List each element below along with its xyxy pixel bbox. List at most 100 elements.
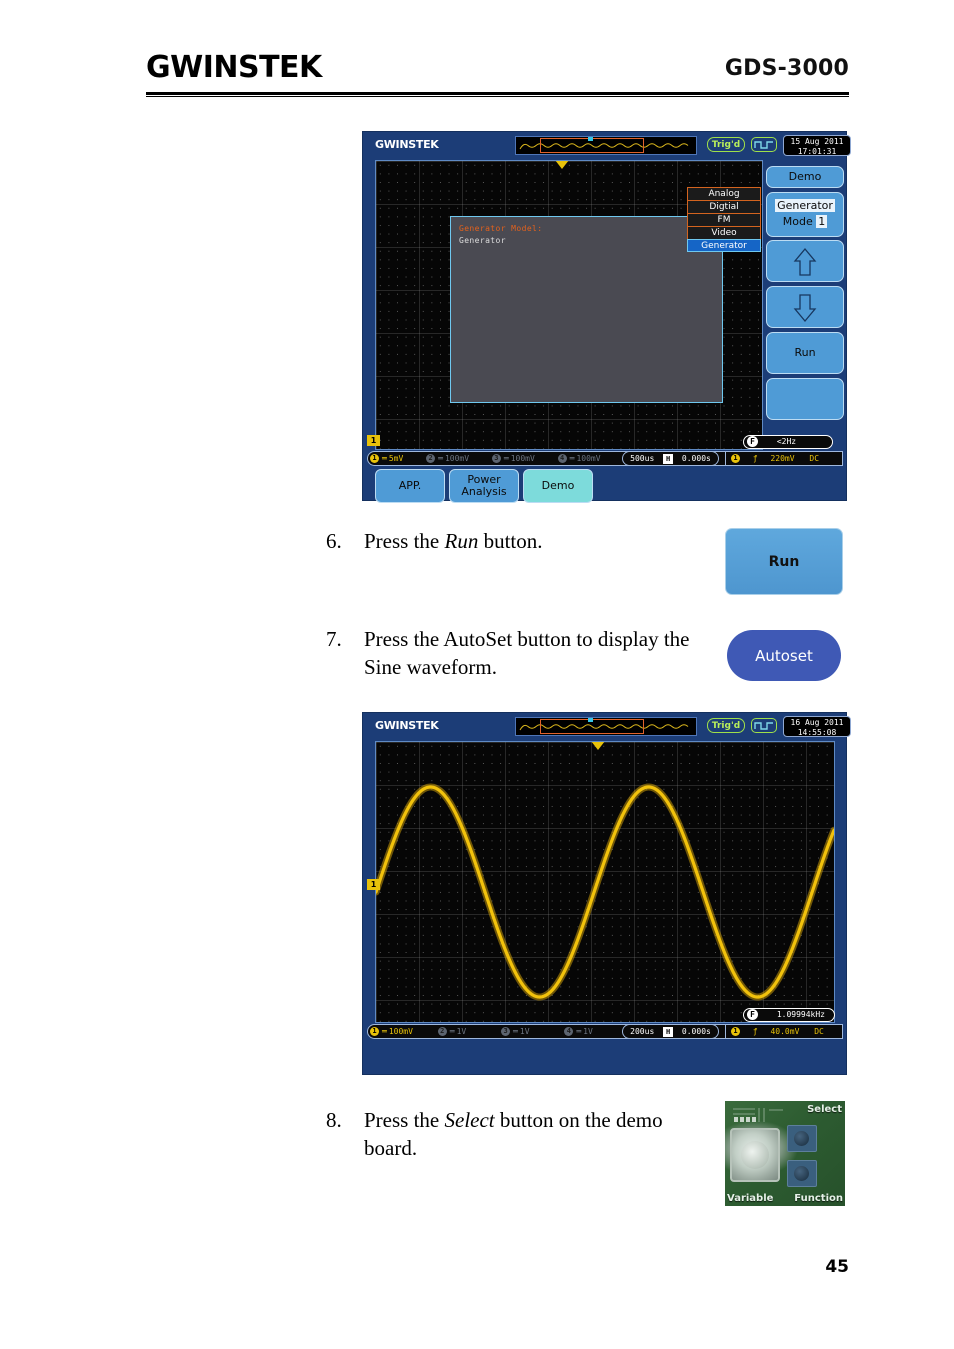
arrow-up-icon: [793, 247, 817, 276]
softkey-arrow-up[interactable]: [766, 240, 844, 282]
s2-channel-4-scale: 1V: [583, 1027, 593, 1036]
scope2-ch1-position-marker: 1: [367, 879, 380, 890]
channel-2-number: 2: [426, 454, 436, 463]
channel-3-number: 3: [491, 454, 501, 463]
step-8-emphasis: Select: [444, 1108, 495, 1132]
scope1-ch1-position-marker: 1: [367, 435, 380, 446]
scope1-frequency-value: <2Hz: [776, 437, 797, 446]
scope2-trigger-slope: ƒ: [752, 1027, 758, 1036]
scope2-channel-2[interactable]: 2 ═ 1V: [436, 1025, 468, 1038]
overview-trigger-marker: [588, 137, 593, 141]
channel-1-scale: 5mV: [388, 454, 404, 463]
scope2-channel-1[interactable]: 1 ═ 100mV: [368, 1025, 415, 1038]
scope2-frequency-value: 1.09994kHz: [776, 1010, 825, 1019]
scope1-channel-3[interactable]: 3 ═ 100mV: [490, 452, 537, 465]
scope2-trigger-coupling: DC: [814, 1027, 824, 1036]
softkey-run[interactable]: Run: [766, 332, 844, 374]
scope2-logo: GWINSTEK: [375, 719, 439, 732]
scope2-channel-3[interactable]: 3 ═ 1V: [499, 1025, 531, 1038]
frequency-icon-2: F: [747, 1009, 758, 1020]
autoset-button-illustration[interactable]: Autoset: [727, 630, 841, 681]
arrow-down-icon: [793, 294, 817, 323]
popup-item-fm[interactable]: FM: [687, 213, 761, 226]
bottom-key-demo[interactable]: Demo: [523, 469, 593, 503]
scope1-channel-1[interactable]: 1 ═ 5mV: [368, 452, 405, 465]
popup-item-digtial[interactable]: Digtial: [687, 200, 761, 213]
channel-4-number: 4: [557, 454, 567, 463]
step-7-text: Press the AutoSet button to display the …: [364, 625, 724, 681]
step-6-emphasis: Run: [444, 529, 479, 553]
dialog-value: Generator: [459, 236, 506, 245]
dialog-title: Generator Model:: [459, 224, 543, 233]
channel-1-coupling: ═: [382, 454, 387, 463]
scope1-trigger-position-arrow: [555, 161, 569, 169]
scope2-trigger-slope-icon: [751, 718, 777, 733]
scope1-hpos-value: 0.000s: [681, 454, 711, 463]
channel-4-scale: 100mV: [576, 454, 601, 463]
scope2-trigger-status: Trig'd: [707, 718, 745, 733]
scope2-trigger-bar: 1 ƒ 40.0mV DC: [725, 1024, 843, 1039]
bottom-key-power-analysis-line2: Analysis: [461, 485, 507, 498]
scope2-trigger-source: 1: [731, 1027, 740, 1036]
s2-channel-4-coupling: ═: [576, 1027, 582, 1036]
horizontal-position-icon: H: [663, 453, 674, 464]
scope2-time: 14:55:08: [797, 728, 837, 737]
popup-item-video[interactable]: Video: [687, 226, 761, 239]
function-button[interactable]: [787, 1160, 817, 1187]
bottom-key-app[interactable]: APP.: [375, 469, 445, 503]
softkey-mode-value: 1: [816, 215, 828, 228]
step-8-text-before: Press the: [364, 1108, 445, 1132]
channel-2-coupling: ═: [438, 454, 443, 463]
s2-channel-1-coupling: ═: [382, 1027, 387, 1036]
scope1-frequency-readout: F <2Hz: [743, 435, 833, 449]
softkey-blank[interactable]: [766, 378, 844, 420]
scope2-grid: [375, 741, 835, 1023]
scope1-channel-2[interactable]: 2 ═ 100mV: [424, 452, 471, 465]
softkey-generator-mode-label: Generator: [775, 199, 835, 212]
step-6-number: 6.: [326, 529, 342, 553]
generator-type-popup-menu[interactable]: Analog Digtial FM Video Generator: [687, 187, 761, 252]
scope1-timebase-value: 500us: [630, 454, 655, 463]
popup-item-analog[interactable]: Analog: [687, 187, 761, 200]
brand-logo: GWINSTEK: [146, 50, 322, 85]
step-6-text: Press the Run button.: [364, 527, 543, 555]
scope1-softkey-column: Demo Generator Mode 1 Run: [766, 160, 844, 450]
generator-model-dialog: Generator Model: Generator: [450, 216, 723, 403]
step-6-text-before: Press the: [364, 529, 445, 553]
step-8-text: Press the Select button on the demo boar…: [364, 1106, 734, 1162]
select-label: Select: [807, 1104, 842, 1115]
softkey-demo[interactable]: Demo: [766, 166, 844, 188]
scope2-datetime: 16 Aug 2011 14:55:08: [783, 716, 851, 737]
frequency-icon: F: [747, 436, 758, 447]
horizontal-position-icon-2: H: [663, 1026, 674, 1037]
oscilloscope-screenshot-sine-waveform: GWINSTEK Trig'd 16 Aug 2011 14:55:08 1 F…: [362, 712, 851, 1075]
scope2-hpos-value: 0.000s: [681, 1027, 711, 1036]
demo-board-photo: Select Variable Function: [725, 1101, 845, 1206]
popup-item-generator[interactable]: Generator: [687, 239, 761, 252]
scope1-datetime: 15 Aug 2011 17:01:31: [783, 135, 851, 156]
s2-channel-1-number: 1: [370, 1027, 379, 1036]
s2-channel-2-number: 2: [437, 1027, 447, 1036]
scope1-trigger-source: 1: [731, 454, 740, 463]
scope2-timebase-bar: 200us H 0.000s: [622, 1024, 719, 1039]
scope2-topbar: GWINSTEK Trig'd 16 Aug 2011 14:55:08: [363, 713, 851, 741]
scope1-time: 17:01:31: [797, 147, 837, 156]
scope1-trigger-bar: 1 ƒ 220mV DC: [725, 451, 843, 466]
step-8-number: 8.: [326, 1108, 342, 1132]
softkey-arrow-down[interactable]: [766, 286, 844, 328]
scope1-channel-4[interactable]: 4 ═ 100mV: [556, 452, 603, 465]
channel-3-scale: 100mV: [510, 454, 535, 463]
s2-channel-1-scale: 100mV: [388, 1027, 413, 1036]
scope2-channel-4[interactable]: 4 ═ 1V: [562, 1025, 594, 1038]
s2-channel-3-coupling: ═: [513, 1027, 518, 1036]
variable-knob[interactable]: [730, 1128, 780, 1182]
select-button[interactable]: [787, 1125, 817, 1152]
scope1-logo: GWINSTEK: [375, 138, 439, 151]
scope1-trigger-coupling: DC: [809, 454, 820, 463]
softkey-generator-mode[interactable]: Generator Mode 1: [766, 192, 844, 237]
bottom-key-power-analysis[interactable]: Power Analysis: [449, 469, 519, 503]
run-button-illustration[interactable]: Run: [725, 528, 843, 595]
overview-trigger-marker-2: [588, 718, 593, 722]
scope1-timebase-bar: 500us H 0.000s: [622, 451, 719, 466]
step-6-text-after: button.: [478, 529, 543, 553]
